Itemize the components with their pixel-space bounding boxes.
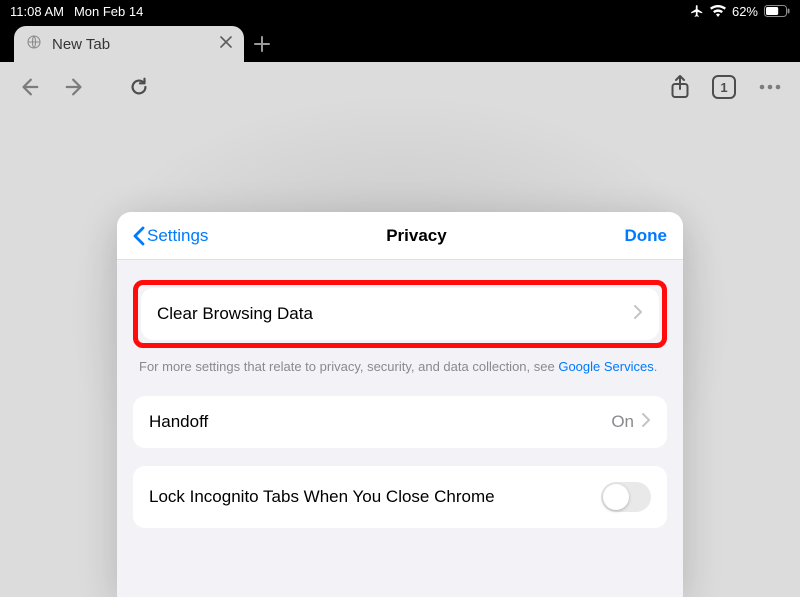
lock-incognito-label: Lock Incognito Tabs When You Close Chrom… <box>149 487 495 507</box>
browser-tab[interactable]: New Tab <box>14 26 244 62</box>
browser-area: 1 Settings Privacy Done Clear Browsing D… <box>0 62 800 597</box>
settings-back-label: Settings <box>147 226 208 246</box>
toggle-knob <box>603 484 629 510</box>
battery-percent: 62% <box>732 4 758 19</box>
close-icon[interactable] <box>220 36 232 52</box>
browser-toolbar: 1 <box>0 62 800 112</box>
tab-strip: New Tab <box>0 22 800 62</box>
chevron-right-icon <box>634 305 643 324</box>
globe-icon <box>26 34 42 55</box>
tab-count: 1 <box>720 80 727 95</box>
settings-back-button[interactable]: Settings <box>133 226 208 246</box>
back-button[interactable] <box>18 76 40 98</box>
status-date: Mon Feb 14 <box>74 4 143 19</box>
chevron-right-icon <box>642 413 651 432</box>
new-tab-button[interactable] <box>244 26 280 62</box>
google-services-link[interactable]: Google Services <box>558 359 653 374</box>
menu-button[interactable] <box>758 83 782 91</box>
status-time: 11:08 AM <box>10 4 64 19</box>
clear-browsing-data-row[interactable]: Clear Browsing Data <box>141 288 659 340</box>
highlight-annotation: Clear Browsing Data <box>133 280 667 348</box>
sheet-body: Clear Browsing Data For more settings th… <box>117 260 683 597</box>
privacy-footer-text: For more settings that relate to privacy… <box>133 348 667 396</box>
sheet-header: Settings Privacy Done <box>117 212 683 260</box>
battery-icon <box>764 5 790 17</box>
handoff-label: Handoff <box>149 412 208 432</box>
airplane-mode-icon <box>690 4 704 18</box>
status-bar: 11:08 AM Mon Feb 14 62% <box>0 0 800 22</box>
reload-button[interactable] <box>128 76 150 98</box>
tab-title: New Tab <box>52 36 210 53</box>
lock-incognito-toggle[interactable] <box>601 482 651 512</box>
share-button[interactable] <box>670 75 690 99</box>
forward-button[interactable] <box>64 76 86 98</box>
clear-browsing-data-label: Clear Browsing Data <box>157 304 313 324</box>
done-button[interactable]: Done <box>625 226 668 246</box>
sheet-title: Privacy <box>386 226 447 246</box>
handoff-value: On <box>611 412 634 432</box>
handoff-row[interactable]: Handoff On <box>133 396 667 448</box>
privacy-settings-sheet: Settings Privacy Done Clear Browsing Dat… <box>117 212 683 597</box>
tab-switcher-button[interactable]: 1 <box>712 75 736 99</box>
wifi-icon <box>710 5 726 17</box>
lock-incognito-row[interactable]: Lock Incognito Tabs When You Close Chrom… <box>133 466 667 528</box>
